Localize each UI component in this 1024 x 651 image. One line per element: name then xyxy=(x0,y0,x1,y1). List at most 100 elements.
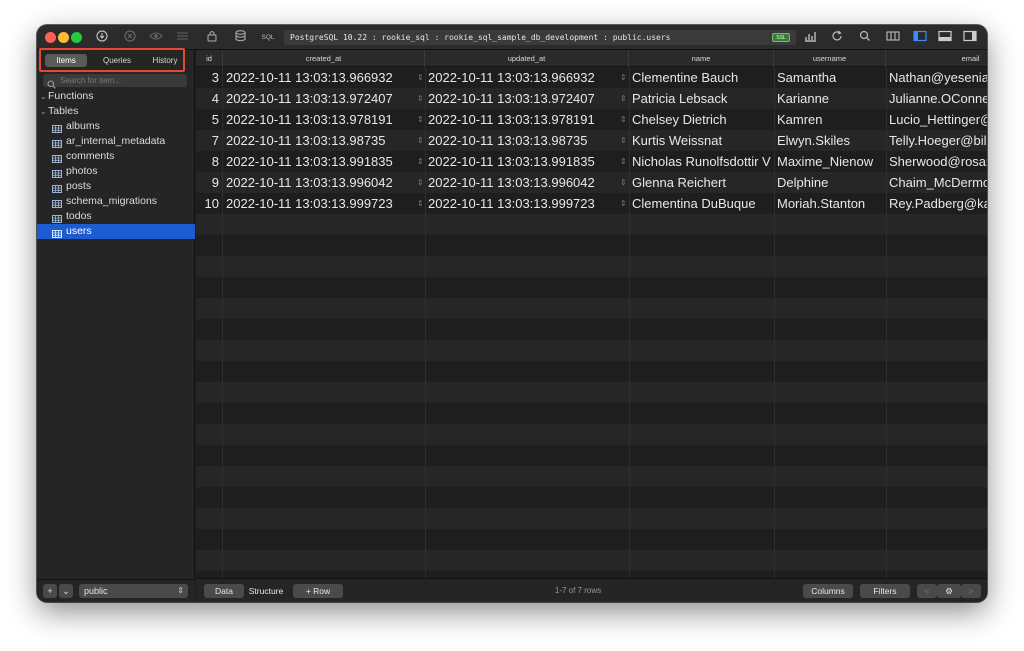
cell-username[interactable]: Delphine xyxy=(774,172,886,193)
search-input[interactable] xyxy=(60,74,184,87)
cell-created-at[interactable]: 2022-10-11 13:03:13.966932 xyxy=(223,67,417,88)
cell-updated-at[interactable]: 2022-10-11 13:03:13.991835 xyxy=(425,151,619,172)
search-icon[interactable] xyxy=(857,29,873,46)
cell-id[interactable]: 5 xyxy=(196,109,222,130)
split-view-icon[interactable] xyxy=(885,29,901,46)
cell-created-at[interactable]: 2022-10-11 13:03:13.991835 xyxy=(223,151,417,172)
cell-username[interactable]: Maxime_Nienow xyxy=(774,151,886,172)
close-window-button[interactable] xyxy=(45,32,56,43)
tree-group-tables[interactable]: ⌄ Tables xyxy=(37,104,195,119)
sidebar-item-schema-migrations[interactable]: schema_migrations xyxy=(37,194,195,209)
cell-name[interactable]: Chelsey Dietrich xyxy=(629,109,774,130)
data-view-button[interactable]: Data xyxy=(204,584,244,598)
sidebar-item-comments[interactable]: comments xyxy=(37,149,195,164)
sidebar-item-ar-internal-metadata[interactable]: ar_internal_metadata xyxy=(37,134,195,149)
date-stepper-icon[interactable]: ⇕ xyxy=(417,67,424,88)
date-stepper-icon[interactable]: ⇕ xyxy=(417,193,424,214)
cell-email[interactable]: Julianne.OConne xyxy=(886,88,987,109)
cell-updated-at[interactable]: 2022-10-11 13:03:13.978191 xyxy=(425,109,619,130)
date-stepper-icon[interactable]: ⇕ xyxy=(620,67,627,88)
toggle-inspector-icon[interactable] xyxy=(962,29,978,46)
cell-name[interactable]: Glenna Reichert xyxy=(629,172,774,193)
cell-updated-at[interactable]: 2022-10-11 13:03:13.996042 xyxy=(425,172,619,193)
cell-email[interactable]: Chaim_McDermo xyxy=(886,172,987,193)
column-header-updated-at[interactable]: updated_at xyxy=(425,50,629,67)
add-item-button[interactable]: + xyxy=(43,584,57,598)
cell-id[interactable]: 3 xyxy=(196,67,222,88)
tab-queries[interactable]: Queries xyxy=(93,54,141,67)
minimize-window-button[interactable] xyxy=(58,32,69,43)
previous-page-button[interactable]: < xyxy=(917,584,937,598)
cell-email[interactable]: Rey.Padberg@ka xyxy=(886,193,987,214)
cell-id[interactable]: 4 xyxy=(196,88,222,109)
sidebar-item-photos[interactable]: photos xyxy=(37,164,195,179)
connection-icon[interactable] xyxy=(95,29,109,46)
cell-username[interactable]: Samantha xyxy=(774,67,886,88)
add-options-button[interactable]: ⌄ xyxy=(59,584,73,598)
database-icon[interactable] xyxy=(233,29,247,46)
cell-updated-at[interactable]: 2022-10-11 13:03:13.966932 xyxy=(425,67,619,88)
settings-gear-icon[interactable]: ⚙ xyxy=(937,584,961,598)
column-header-email[interactable]: email xyxy=(886,50,987,67)
structure-view-button[interactable]: Structure xyxy=(245,584,287,598)
cell-email[interactable]: Nathan@yesenia. xyxy=(886,67,987,88)
cell-updated-at[interactable]: 2022-10-11 13:03:13.98735 xyxy=(425,130,619,151)
cell-id[interactable]: 9 xyxy=(196,172,222,193)
sidebar-item-todos[interactable]: todos xyxy=(37,209,195,224)
toggle-console-icon[interactable] xyxy=(937,29,953,46)
cell-email[interactable]: Lucio_Hettinger@ xyxy=(886,109,987,130)
cell-name[interactable]: Clementine Bauch xyxy=(629,67,774,88)
date-stepper-icon[interactable]: ⇕ xyxy=(417,172,424,193)
schema-select[interactable]: public ⇕ xyxy=(79,584,188,598)
tab-history[interactable]: History xyxy=(145,54,185,67)
cell-updated-at[interactable]: 2022-10-11 13:03:13.972407 xyxy=(425,88,619,109)
column-header-id[interactable]: id xyxy=(196,50,223,67)
cell-id[interactable]: 8 xyxy=(196,151,222,172)
column-header-created-at[interactable]: created_at xyxy=(223,50,425,67)
cell-name[interactable]: Nicholas Runolfsdottir V xyxy=(629,151,774,172)
preview-eye-icon[interactable] xyxy=(148,29,164,46)
cell-name[interactable]: Kurtis Weissnat xyxy=(629,130,774,151)
lock-icon[interactable] xyxy=(205,29,219,46)
date-stepper-icon[interactable]: ⇕ xyxy=(417,88,424,109)
sidebar-item-posts[interactable]: posts xyxy=(37,179,195,194)
cell-created-at[interactable]: 2022-10-11 13:03:13.98735 xyxy=(223,130,417,151)
cell-created-at[interactable]: 2022-10-11 13:03:13.972407 xyxy=(223,88,417,109)
sidebar-item-albums[interactable]: albums xyxy=(37,119,195,134)
next-page-button[interactable]: > xyxy=(961,584,981,598)
cell-username[interactable]: Elwyn.Skiles xyxy=(774,130,886,151)
cell-name[interactable]: Patricia Lebsack xyxy=(629,88,774,109)
cell-created-at[interactable]: 2022-10-11 13:03:13.978191 xyxy=(223,109,417,130)
menu-list-icon[interactable] xyxy=(174,29,190,46)
date-stepper-icon[interactable]: ⇕ xyxy=(620,88,627,109)
date-stepper-icon[interactable]: ⇕ xyxy=(417,130,424,151)
cell-id[interactable]: 7 xyxy=(196,130,222,151)
cell-username[interactable]: Kamren xyxy=(774,109,886,130)
tree-group-functions[interactable]: ⌄ Functions xyxy=(37,89,195,104)
date-stepper-icon[interactable]: ⇕ xyxy=(417,151,424,172)
cell-created-at[interactable]: 2022-10-11 13:03:13.999723 xyxy=(223,193,417,214)
date-stepper-icon[interactable]: ⇕ xyxy=(620,193,627,214)
columns-button[interactable]: Columns xyxy=(803,584,853,598)
toggle-sidebar-icon[interactable] xyxy=(912,29,928,46)
filters-button[interactable]: Filters xyxy=(860,584,910,598)
cell-created-at[interactable]: 2022-10-11 13:03:13.996042 xyxy=(223,172,417,193)
close-connection-icon[interactable] xyxy=(123,29,137,46)
graph-icon[interactable] xyxy=(802,29,818,46)
maximize-window-button[interactable] xyxy=(71,32,82,43)
date-stepper-icon[interactable]: ⇕ xyxy=(620,172,627,193)
cell-username[interactable]: Moriah.Stanton xyxy=(774,193,886,214)
refresh-icon[interactable] xyxy=(829,29,845,46)
cell-id[interactable]: 10 xyxy=(196,193,222,214)
sql-editor-icon[interactable]: SQL xyxy=(259,29,277,46)
add-row-button[interactable]: + Row xyxy=(293,584,343,598)
date-stepper-icon[interactable]: ⇕ xyxy=(417,109,424,130)
column-header-username[interactable]: username xyxy=(774,50,886,67)
cell-name[interactable]: Clementina DuBuque xyxy=(629,193,774,214)
date-stepper-icon[interactable]: ⇕ xyxy=(620,151,627,172)
sidebar-item-users[interactable]: users xyxy=(37,224,195,239)
cell-email[interactable]: Telly.Hoeger@bill xyxy=(886,130,987,151)
column-header-name[interactable]: name xyxy=(629,50,774,67)
date-stepper-icon[interactable]: ⇕ xyxy=(620,109,627,130)
cell-updated-at[interactable]: 2022-10-11 13:03:13.999723 xyxy=(425,193,619,214)
